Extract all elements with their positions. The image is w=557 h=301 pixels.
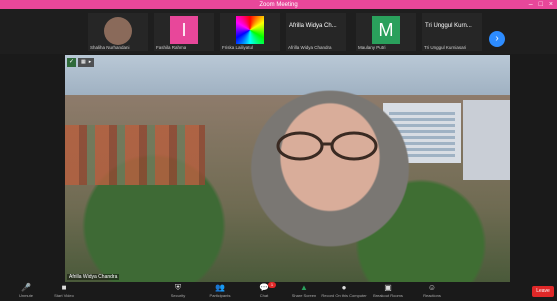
- reactions-button[interactable]: ☺ Reactions: [412, 283, 452, 298]
- title-bar: Zoom Meeting – □ ×: [0, 0, 557, 9]
- view-options-button[interactable]: ▦ ▸: [78, 57, 95, 67]
- participant-tile[interactable]: I Fashila Rahma: [154, 13, 214, 51]
- participant-video: [104, 17, 132, 45]
- participant-tile[interactable]: Friska Lailiyatul: [220, 13, 280, 51]
- participant-image: [236, 16, 264, 44]
- leave-button[interactable]: Leave: [532, 286, 554, 297]
- window-title: Zoom Meeting: [259, 1, 298, 8]
- close-icon[interactable]: ×: [549, 0, 553, 9]
- participant-name: Fashila Rahma: [156, 45, 187, 50]
- participant-name: Shaliha Nurhandani: [90, 45, 130, 50]
- speaker-person: [215, 55, 445, 282]
- shield-icon: ⛨: [175, 283, 181, 292]
- participant-avatar: I: [170, 16, 198, 44]
- record-icon: ●: [341, 283, 347, 292]
- meeting-toolbar: 🎤 Unmute ■ Start Video ⛨ Security 👥 Part…: [0, 282, 557, 301]
- glasses-graphic: [276, 131, 378, 161]
- speaker-name: Afrilla Widya Chandra: [67, 274, 120, 280]
- minimize-icon[interactable]: –: [529, 0, 533, 9]
- participants-button[interactable]: 👥 Participants: [200, 283, 240, 298]
- participant-tile[interactable]: Tri Unggul Kurn... Tri Unggul Kurniasari: [422, 13, 482, 51]
- participant-tile[interactable]: Afrilla Widya Ch... Afrilla Widya Chandr…: [286, 13, 346, 51]
- chat-badge: 1: [268, 282, 276, 288]
- participants-icon: 👥: [215, 283, 225, 292]
- participant-avatar: M: [372, 16, 400, 44]
- participant-display-name: Tri Unggul Kurn...: [425, 23, 472, 29]
- unmute-button[interactable]: 🎤 Unmute: [6, 283, 46, 298]
- stage-view-controls: ✓ ▦ ▸: [67, 57, 95, 67]
- breakout-rooms-button[interactable]: ▣ Breakout Rooms: [368, 283, 408, 298]
- mic-icon: 🎤: [21, 283, 31, 292]
- view-icon: ▦: [81, 58, 86, 65]
- record-button[interactable]: ● Record On this Computer: [321, 283, 366, 298]
- video-icon: ■: [61, 283, 67, 292]
- security-button[interactable]: ⛨ Security: [158, 283, 198, 298]
- participant-tile[interactable]: Shaliha Nurhandani: [88, 13, 148, 51]
- participant-display-name: Afrilla Widya Ch...: [289, 23, 337, 29]
- share-screen-button[interactable]: ▲ Share Screen: [284, 283, 324, 298]
- participant-name: Maulany Putri: [358, 45, 386, 50]
- view-more-icon: ▸: [88, 58, 92, 65]
- reactions-icon: ☺: [427, 283, 437, 292]
- participant-name: Afrilla Widya Chandra: [288, 45, 332, 50]
- security-shield-icon[interactable]: ✓: [67, 57, 76, 67]
- participant-strip: Shaliha Nurhandani I Fashila Rahma Frisk…: [0, 9, 557, 54]
- breakout-icon: ▣: [384, 283, 392, 292]
- share-screen-icon: ▲: [300, 283, 308, 292]
- participant-name: Tri Unggul Kurniasari: [424, 45, 467, 50]
- video-background-roofs: [65, 125, 205, 185]
- video-background-building: [463, 100, 510, 180]
- active-speaker-video: ✓ ▦ ▸ Afrilla Widya Chandra: [65, 55, 510, 282]
- maximize-icon[interactable]: □: [539, 0, 543, 9]
- participant-name: Friska Lailiyatul: [222, 45, 254, 50]
- chat-button[interactable]: 💬 1 Chat: [244, 282, 284, 298]
- start-video-button[interactable]: ■ Start Video: [44, 283, 84, 298]
- participant-tile[interactable]: M Maulany Putri: [356, 13, 416, 51]
- next-page-button[interactable]: ›: [489, 31, 505, 47]
